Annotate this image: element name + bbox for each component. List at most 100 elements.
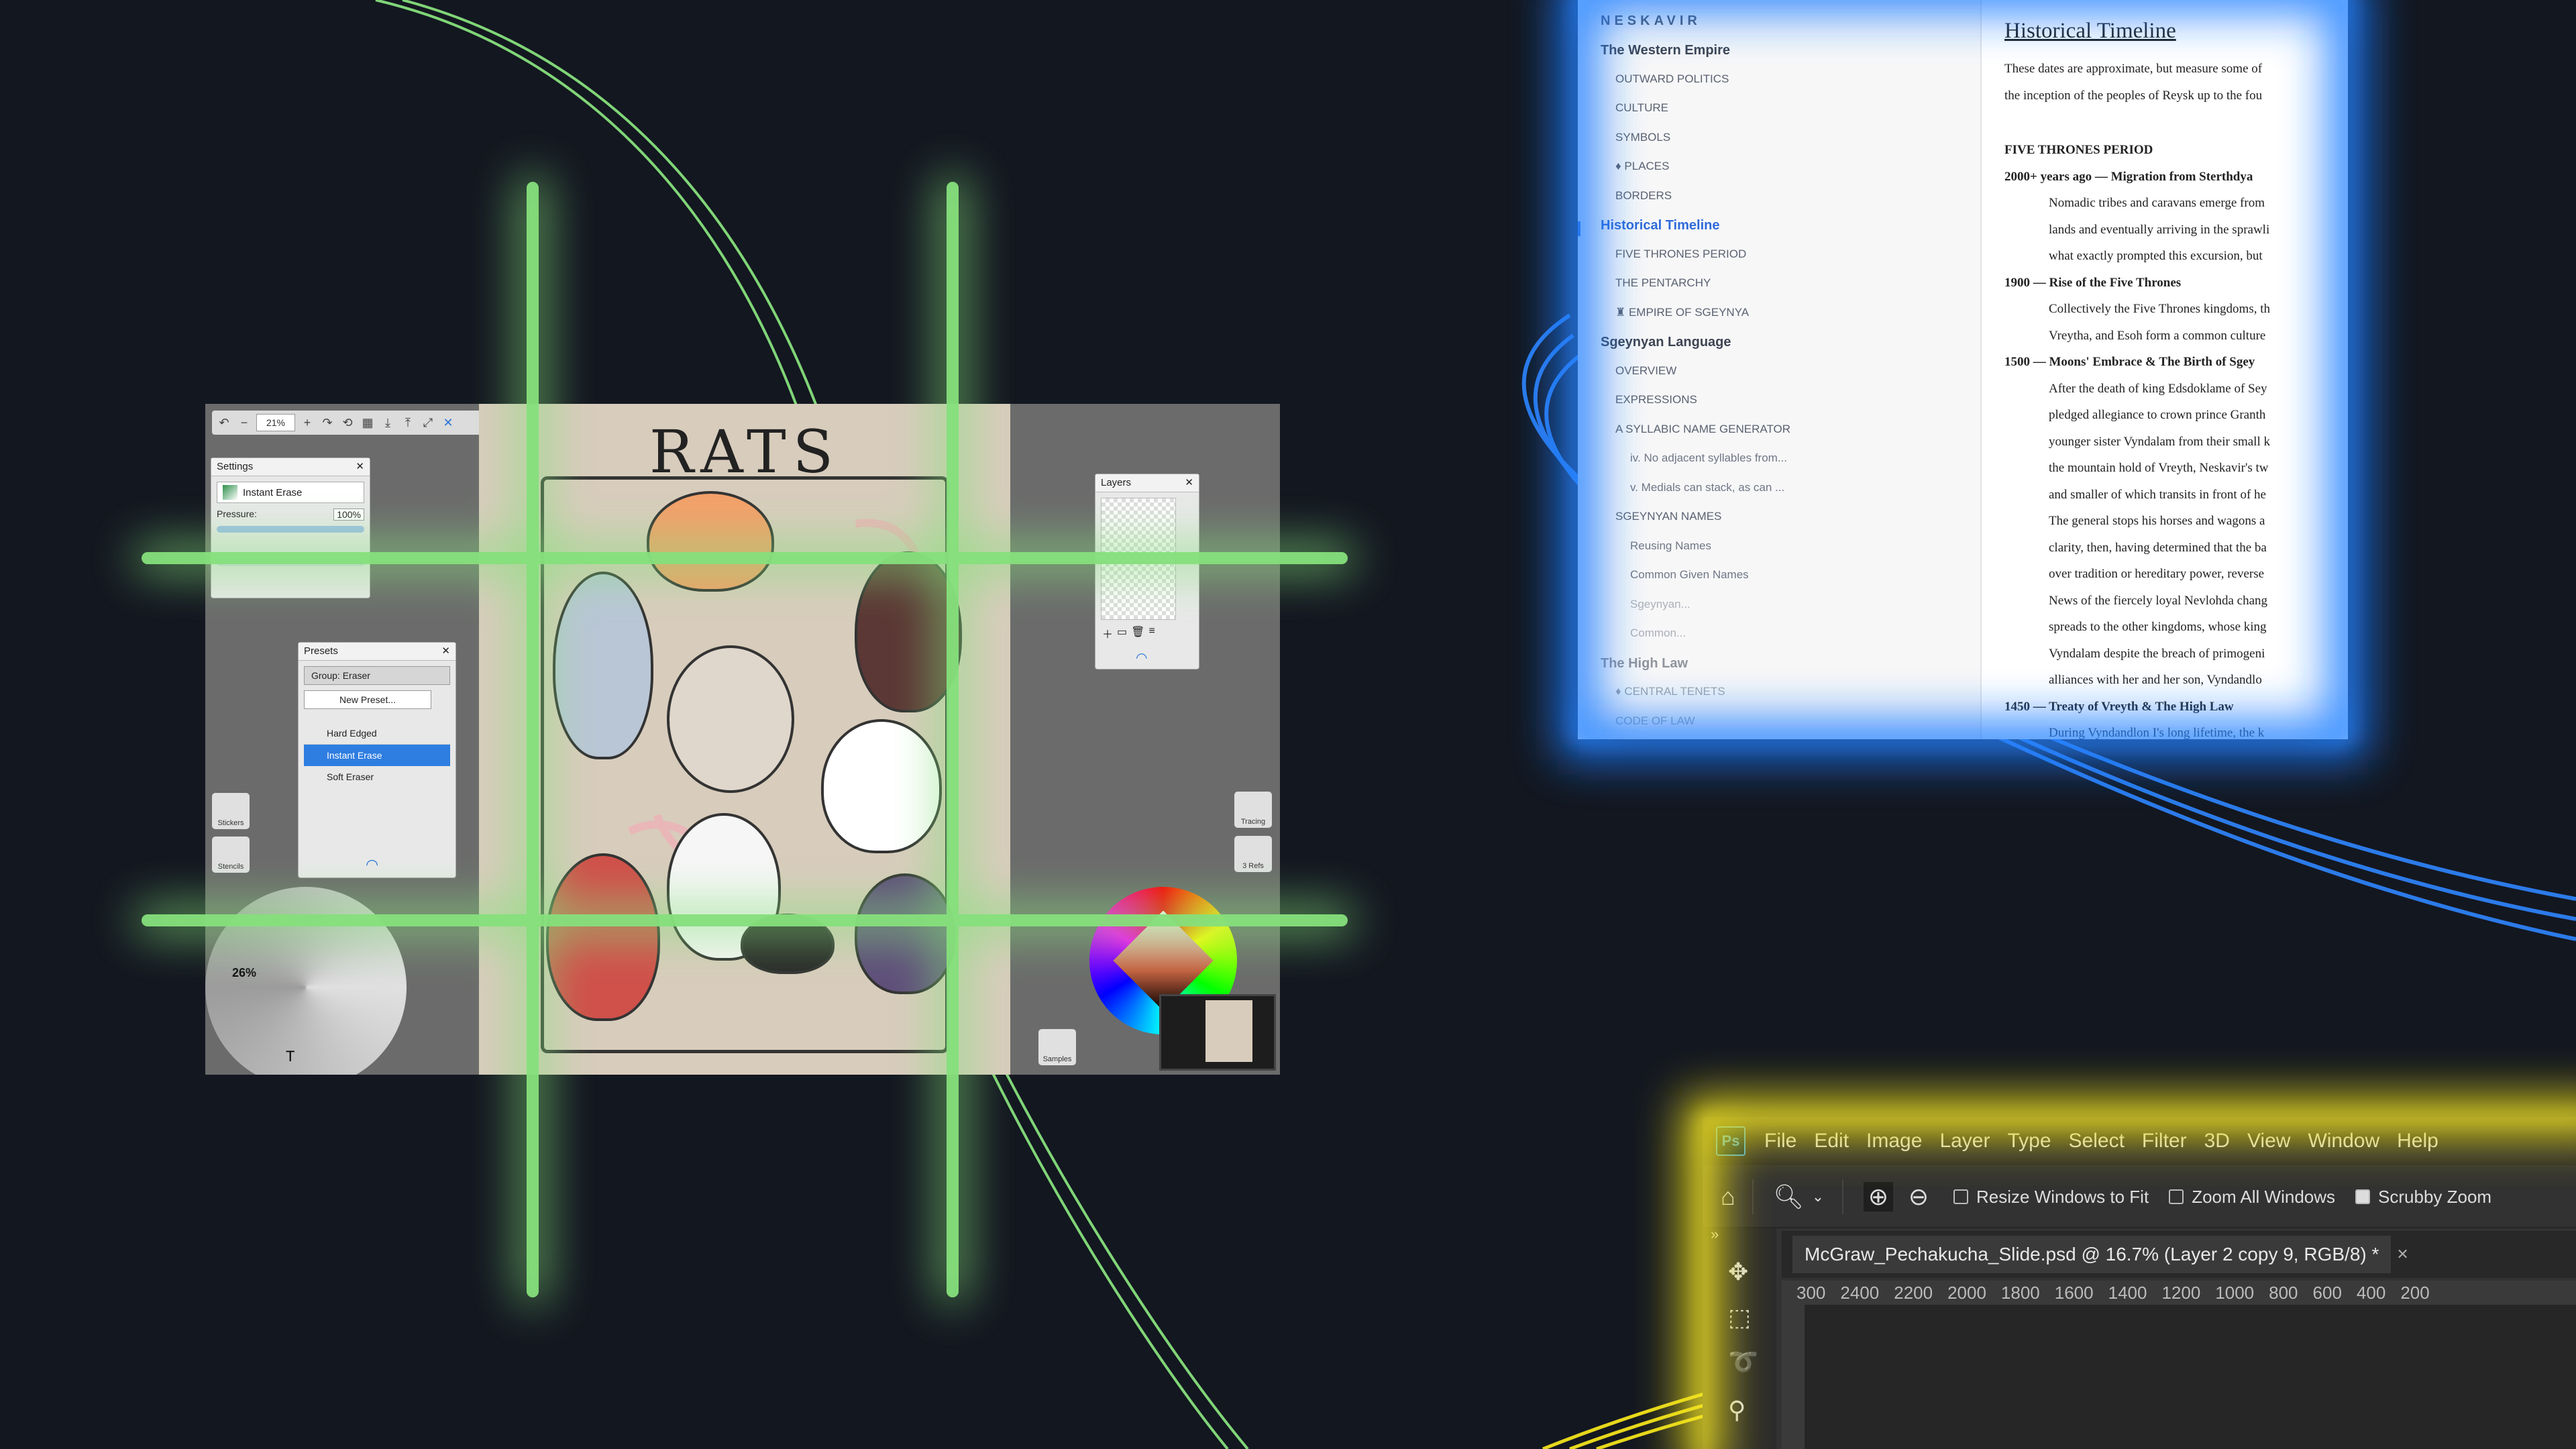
pressure-value[interactable]: 100% [333,508,364,521]
sidebar-item[interactable]: ♦ CENTRAL TENETS [1615,685,1725,698]
sidebar-item[interactable]: OVERVIEW [1615,364,1676,378]
paragraph-line: and smaller of which transits in front o… [2049,487,2266,502]
menu-item-type[interactable]: Type [2007,1130,2051,1152]
menu-item-3d[interactable]: 3D [2204,1130,2230,1152]
artrage-window: ↶ − 21% + ↷ ⟲ ▦ ⤓ ⤒ ⤢ ✕ Settings ✕ Instan… [205,404,1280,1075]
menu-item-image[interactable]: Image [1866,1130,1922,1152]
stickers-button[interactable]: Stickers [212,793,250,829]
tool-wheel[interactable]: 26% T [205,887,407,1075]
close-icon[interactable]: ✕ [440,415,456,431]
preset-group-dropdown[interactable]: Group: Eraser [304,666,450,685]
grid-icon[interactable]: ▦ [360,415,376,431]
navigator-thumbnail[interactable] [1159,994,1276,1071]
menu-icon[interactable]: ≡ [1148,625,1155,641]
sidebar-item[interactable]: The High Law [1601,656,1688,672]
rat-black [741,914,835,974]
sidebar-item[interactable]: Sgeynyan... [1630,598,1690,611]
zoom-field[interactable]: 21% [256,414,295,431]
vertical-ruler [1782,1305,1805,1449]
menu-item-select[interactable]: Select [2069,1130,2125,1152]
sidebar-item[interactable]: Common Given Names [1630,568,1749,582]
option-checkbox[interactable]: Zoom All Windows [2169,1187,2335,1208]
sidebar-item[interactable]: SGEYNYAN NAMES [1615,510,1721,523]
zoom-tool-icon[interactable]: 🔍︎ [1773,1182,1804,1212]
trash-icon[interactable]: 🗑 [1131,625,1144,641]
size-slider[interactable] [217,559,364,566]
undo-icon[interactable]: ↶ [216,415,232,431]
settings-tool[interactable]: Instant Erase [217,482,364,503]
timeline-heading: 2000+ years ago — Migration from Sterthd… [2004,169,2253,184]
stencils-button[interactable]: Stencils [212,837,250,873]
pressure-label: Pressure: [217,508,257,519]
close-tab-icon[interactable]: ✕ [2396,1246,2408,1263]
sidebar-item[interactable]: CULTURE [1615,101,1668,115]
sidebar-item[interactable]: BORDERS [1615,189,1672,203]
option-checkbox[interactable]: Resize Windows to Fit [1953,1187,2149,1208]
painting-canvas[interactable]: RATS [479,404,1010,1075]
ps-canvas[interactable] [1805,1305,2576,1449]
close-icon[interactable]: ✕ [441,643,450,660]
redo-icon[interactable]: ↷ [319,415,335,431]
upload-icon[interactable]: ⤒ [400,415,416,431]
menu-item-edit[interactable]: Edit [1814,1130,1849,1152]
zoom-out-icon[interactable]: − [236,415,252,431]
preset-item-hard-edged[interactable]: Hard Edged [304,722,450,745]
zoom-in-icon[interactable]: ⊕ [1864,1182,1893,1212]
sidebar-item[interactable]: Historical Timeline [1601,218,1719,233]
menu-item-filter[interactable]: Filter [2142,1130,2187,1152]
layer-thumb[interactable] [1101,498,1176,620]
fullscreen-icon[interactable]: ⤢ [420,415,436,431]
new-preset-button[interactable]: New Preset... [304,690,431,709]
pressure-slider[interactable] [217,526,364,533]
tracing-button[interactable]: Tracing [1234,792,1272,828]
marquee-tool-icon[interactable]: ⬚ [1728,1303,1751,1332]
sidebar-item[interactable]: FIVE THRONES PERIOD [1615,248,1746,261]
zoom-out-icon[interactable]: ⊖ [1904,1182,1933,1212]
menu-item-view[interactable]: View [2247,1130,2290,1152]
folder-icon[interactable]: ▭ [1117,625,1127,641]
checkbox-icon[interactable] [1953,1189,1968,1204]
preset-item-instant-erase[interactable]: Instant Erase [304,745,450,766]
sidebar-item[interactable]: ♦ PLACES [1615,160,1669,173]
document-tab[interactable]: McGraw_Pechakucha_Slide.psd @ 16.7% (Lay… [1782,1231,2576,1278]
reset-icon[interactable]: ⟲ [339,415,356,431]
sidebar-item[interactable]: EXPRESSIONS [1615,393,1697,407]
magic-wand-icon[interactable]: ⚲ [1728,1396,1746,1424]
sidebar-item[interactable]: Sgeynyan Language [1601,335,1731,350]
download-icon[interactable]: ⤓ [380,415,396,431]
sidebar-item[interactable]: Common... [1630,627,1686,640]
sidebar-item[interactable]: iv. No adjacent syllables from... [1630,451,1787,465]
preset-item-soft-eraser[interactable]: Soft Eraser [304,766,450,788]
expand-icon[interactable]: » [1711,1226,1719,1243]
close-icon[interactable]: ✕ [356,458,364,476]
text-tool-icon[interactable]: T [286,1048,294,1065]
checkbox-icon[interactable] [2355,1189,2371,1204]
presets-panel: Presets ✕ Group: Eraser New Preset... Har… [298,642,456,878]
samples-button[interactable]: Samples [1038,1029,1076,1065]
sidebar-item[interactable]: The Western Empire [1601,43,1730,58]
sidebar-item[interactable]: ♜ EMPIRE OF SGEYNYA [1615,306,1749,319]
close-icon[interactable]: ✕ [1185,474,1193,492]
photoshop-logo: Ps [1716,1126,1746,1156]
menu-item-file[interactable]: File [1764,1130,1796,1152]
sidebar-item[interactable]: CODE OF LAW [1615,714,1695,728]
zoom-in-icon[interactable]: + [299,415,315,431]
option-checkbox[interactable]: Scrubby Zoom [2355,1187,2491,1208]
chevron-down-icon[interactable]: ⌄ [1803,1182,1833,1212]
references-button[interactable]: 3 Refs [1234,836,1272,872]
sidebar-item[interactable]: v. Medials can stack, as can ... [1630,481,1784,494]
sidebar-item[interactable]: THE PENTARCHY [1615,276,1711,290]
menu-item-layer[interactable]: Layer [1939,1130,1990,1152]
sidebar-item[interactable]: A SYLLABIC NAME GENERATOR [1615,423,1790,436]
move-tool-icon[interactable]: ✥ [1728,1258,1748,1286]
checkbox-icon[interactable] [2169,1189,2184,1204]
sidebar-item[interactable]: SYMBOLS [1615,131,1670,144]
menu-item-window[interactable]: Window [2308,1130,2379,1152]
paragraph-line: what exactly prompted this excursion, bu… [2049,249,2263,263]
add-layer-icon[interactable]: ＋ [1102,625,1113,641]
menu-item-help[interactable]: Help [2397,1130,2438,1152]
sidebar-item[interactable]: OUTWARD POLITICS [1615,72,1729,86]
sidebar-item[interactable]: Reusing Names [1630,539,1711,553]
home-icon[interactable]: ⌂ [1713,1182,1743,1212]
lasso-tool-icon[interactable]: ➰ [1728,1348,1758,1376]
